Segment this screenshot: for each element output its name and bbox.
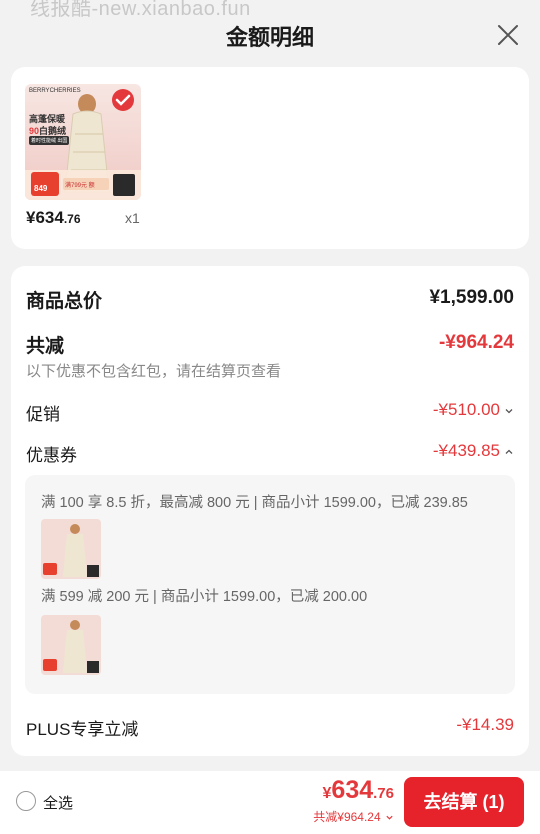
amount-detail-card: 商品总价 ¥1,599.00 共减 -¥964.24 以下优惠不包含红包，请在结…	[11, 266, 529, 756]
header: 金额明细	[0, 0, 540, 68]
select-all-radio[interactable]	[16, 791, 36, 811]
thumb-tag: 满799元 额	[65, 183, 95, 189]
thumb-price: 849	[34, 184, 48, 193]
product-price: ¥634.76	[26, 208, 81, 227]
plus-label: PLUS专享立减	[26, 720, 139, 739]
chevron-up-icon	[505, 449, 513, 454]
coupon-rule-2: 满 599 减 200 元 | 商品小计 1599.00，已减 200.00	[41, 589, 368, 605]
page-title: 金额明细	[225, 25, 314, 50]
close-icon[interactable]	[496, 23, 520, 47]
total-price: ¥634.76	[322, 776, 394, 804]
coupon-value: -¥439.85	[432, 441, 500, 460]
coupon-rule-1: 满 100 享 8.5 折，最高减 800 元 | 商品小计 1599.00，已…	[41, 495, 468, 511]
total-label: 商品总价	[26, 291, 103, 312]
select-all-label[interactable]: 全选	[43, 792, 73, 813]
reduce-value: -¥964.24	[438, 332, 514, 353]
promo-row-toggle[interactable]: -¥510.00	[433, 400, 514, 420]
product-card: BERRYCHERRIES 高蓬保暖 90白鹅绒 着时性能绒 出国 849 满7…	[11, 67, 529, 249]
checkout-bar: 全选 ¥634.76 共减¥964.24 去结算 (1)	[0, 771, 540, 834]
thumb-brand: BERRYCHERRIES	[29, 88, 81, 94]
chevron-down-icon	[505, 408, 513, 413]
checkout-button[interactable]: 去结算 (1)	[404, 777, 524, 827]
total-value: ¥1,599.00	[429, 287, 514, 308]
chevron-down-icon	[386, 816, 393, 821]
reduce-label: 共减	[26, 336, 65, 357]
coupon-detail-box: 满 100 享 8.5 折，最高减 800 元 | 商品小计 1599.00，已…	[25, 475, 515, 694]
total-reduce-text: 共减¥964.24	[313, 810, 381, 824]
promo-value: -¥510.00	[432, 400, 500, 419]
discount-note: 以下优惠不包含红包，请在结算页查看	[26, 363, 282, 380]
coupon-product-thumb-2[interactable]	[41, 615, 101, 675]
product-thumbnail[interactable]: BERRYCHERRIES 高蓬保暖 90白鹅绒 着时性能绒 出国 849 满7…	[25, 84, 141, 200]
thumb-badge: 着时性能绒 出国	[29, 136, 70, 145]
promo-label: 促销	[26, 405, 60, 424]
coupon-label: 优惠券	[26, 446, 77, 465]
plus-value: -¥14.39	[456, 715, 514, 734]
product-quantity: x1	[125, 210, 140, 226]
coupon-row-toggle[interactable]: -¥439.85	[433, 441, 514, 461]
total-reduce-toggle[interactable]: 共减¥964.24	[313, 808, 394, 825]
coupon-product-thumb-1[interactable]	[41, 519, 101, 579]
